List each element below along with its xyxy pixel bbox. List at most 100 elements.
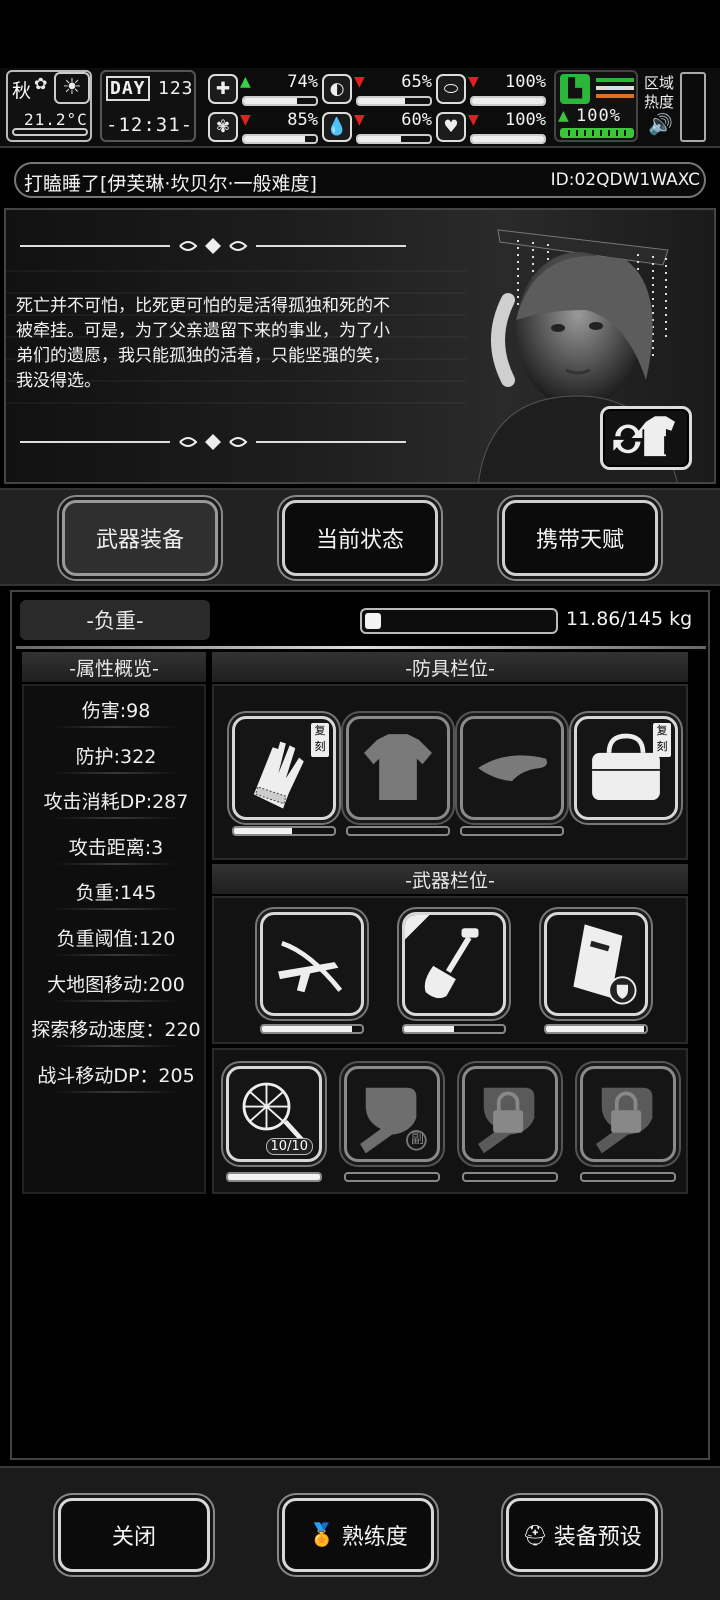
- bottom-bar: 关闭 🏅 熟练度 ⛑ 装备预设: [0, 1466, 720, 1600]
- season-leaf-icon: ✿: [34, 74, 48, 93]
- quick-slot-locked[interactable]: [462, 1066, 558, 1162]
- heart-icon: ♥: [436, 112, 466, 142]
- replica-badge: 复刻: [653, 723, 671, 757]
- tab-bar: 武器装备 当前状态 携带天赋: [0, 488, 720, 586]
- stamina-stripes-icon: [596, 78, 634, 82]
- equipment-panel: -负重- 11.86/145 kg -属性概览- 伤害:98 防护:322 攻击消耗…: [10, 590, 710, 1460]
- stat-bar-fill: [244, 136, 306, 142]
- secondary-label: 副: [410, 1132, 424, 1147]
- weapon-slot-riot-shield[interactable]: [544, 912, 648, 1016]
- attribute-item: 探索移动速度：220: [31, 1019, 201, 1042]
- stomach-icon: ◐: [322, 74, 352, 104]
- armor-header: -防具栏位-: [212, 652, 688, 682]
- stat-pill: ⬭ ▼ 100%: [436, 72, 548, 106]
- weapon-slot-crossbow[interactable]: [260, 912, 364, 1016]
- weapon-durability-fill: [262, 1026, 352, 1032]
- brain-icon: ✾: [208, 112, 238, 142]
- stamina-bar: [560, 128, 634, 138]
- attributes-header: -属性概览-: [22, 652, 206, 682]
- quick-slot-secondary-fist[interactable]: 副: [344, 1066, 440, 1162]
- attributes-list: 伤害:98 防护:322 攻击消耗DP:287 攻击距离:3 负重:145 负重阈值:12…: [22, 684, 206, 1194]
- day-label: DAY: [106, 76, 150, 101]
- medkit-icon: ✚: [208, 74, 238, 104]
- stat-heart: ♥ ▼ 100%: [436, 110, 548, 144]
- weapon-durability-bar: [260, 1024, 364, 1034]
- stat-water-drop: 💧 ▼ 60%: [322, 110, 434, 144]
- attribute-divider: [54, 862, 178, 865]
- stat-value: 100%: [505, 72, 546, 92]
- equipment-preset-button[interactable]: ⛑ 装备预设: [506, 1498, 658, 1572]
- stat-bar: [470, 134, 546, 144]
- attribute-item: 防护:322: [75, 745, 157, 768]
- sun-icon: ☀: [54, 72, 90, 104]
- stat-stomach: ◐ ▼ 65%: [322, 72, 434, 106]
- tab-weapons-equipment[interactable]: 武器装备: [62, 500, 218, 576]
- preset-icon: ⛑: [522, 1523, 548, 1547]
- quick-slot-locked[interactable]: [580, 1066, 676, 1162]
- stat-bar: [356, 134, 432, 144]
- proficiency-label: 熟练度: [341, 1525, 408, 1550]
- tab-weapons-equipment-label: 武器装备: [95, 528, 184, 553]
- zone-heat-label: 区域热度: [644, 74, 675, 111]
- pill-icon: ⬭: [436, 74, 466, 104]
- close-button[interactable]: 关闭: [58, 1498, 210, 1572]
- attribute-divider: [54, 908, 178, 911]
- arrow-down-icon: ▼: [468, 74, 479, 90]
- proficiency-icon: 🏅: [308, 1522, 336, 1548]
- stat-value: 100%: [505, 110, 546, 130]
- armor-durability-bar: [460, 826, 564, 836]
- load-value: 11.86/145 kg: [566, 608, 693, 630]
- quick-slot-net[interactable]: 10/10: [226, 1066, 322, 1162]
- armor-slot-bag[interactable]: 复刻: [574, 716, 678, 820]
- armor-durability-bar: [232, 826, 336, 836]
- attribute-divider: [54, 999, 178, 1002]
- attribute-item: 战斗移动DP：205: [37, 1064, 195, 1087]
- shovel-icon: [405, 915, 479, 999]
- close-label: 关闭: [111, 1525, 156, 1550]
- replica-badge: 复刻: [311, 723, 329, 757]
- net-durability-fill: [228, 1174, 320, 1180]
- net-count: 10/10: [265, 1138, 313, 1155]
- bottom-ornament: [20, 434, 406, 450]
- stat-medkit: ✚ ▲ 74%: [208, 72, 320, 106]
- stat-bar: [242, 96, 318, 106]
- outfit-refresh-icon: [613, 416, 675, 457]
- arrow-down-icon: ▼: [354, 74, 365, 90]
- stat-value: 65%: [401, 72, 432, 92]
- tab-current-status[interactable]: 当前状态: [282, 500, 438, 576]
- load-bar: [360, 608, 558, 634]
- armor-slot-shirt[interactable]: [346, 716, 450, 820]
- zone-heat-meter: [680, 72, 706, 142]
- arrow-down-icon: ▼: [240, 112, 251, 128]
- boot-icon: ▙: [560, 74, 590, 104]
- proficiency-button[interactable]: 🏅 熟练度: [282, 1498, 434, 1572]
- stamina-value: 100%: [576, 106, 621, 126]
- weapon-durability-bar: [402, 1024, 506, 1034]
- armor-slot-cap[interactable]: [460, 716, 564, 820]
- load-bar-fill: [365, 613, 381, 629]
- stat-bar-fill: [244, 98, 298, 104]
- save-id: ID:02QDW1WAXC: [550, 170, 700, 190]
- stat-value: 60%: [401, 110, 432, 130]
- weapons-header: -武器栏位-: [212, 864, 688, 894]
- story-text: 死亡并不可怕，比死更可怕的是活得孤独和死的不被牵挂。可是，为了父亲遗留下来的事业…: [16, 296, 390, 391]
- story-panel: 死亡并不可怕，比死更可怕的是活得孤独和死的不被牵挂。可是，为了父亲遗留下来的事业…: [4, 208, 716, 484]
- attribute-divider: [54, 726, 178, 728]
- arrow-down-icon: ▼: [354, 112, 365, 128]
- armor-durability-bar: [346, 826, 450, 836]
- save-title-bar: 打瞌睡了[伊芙琳·坎贝尔·一般难度] ID:02QDW1WAXC: [14, 162, 706, 198]
- tab-talents[interactable]: 携带天赋: [502, 500, 658, 576]
- sound-icon[interactable]: 🔊: [648, 112, 673, 136]
- top-ornament: [20, 238, 406, 254]
- armor-slot-gloves[interactable]: 复刻: [232, 716, 336, 820]
- temperature-value: 21.2°C: [24, 110, 88, 129]
- attribute-item: 攻击消耗DP:287: [43, 791, 189, 814]
- tab-current-status-label: 当前状态: [315, 528, 404, 553]
- tab-talents-label: 携带天赋: [535, 528, 624, 553]
- status-hud: 秋 ✿ ☀ 21.2°C DAY 123 -12:31- ✚ ▲ 74% ◐ ▼ 65% ⬭…: [0, 68, 720, 148]
- change-outfit-button[interactable]: [600, 406, 692, 470]
- weapon-slot-shovel[interactable]: [402, 912, 506, 1016]
- attribute-divider: [54, 954, 178, 956]
- attribute-item: 伤害:98: [81, 700, 151, 722]
- water-drop-icon: 💧: [322, 112, 352, 142]
